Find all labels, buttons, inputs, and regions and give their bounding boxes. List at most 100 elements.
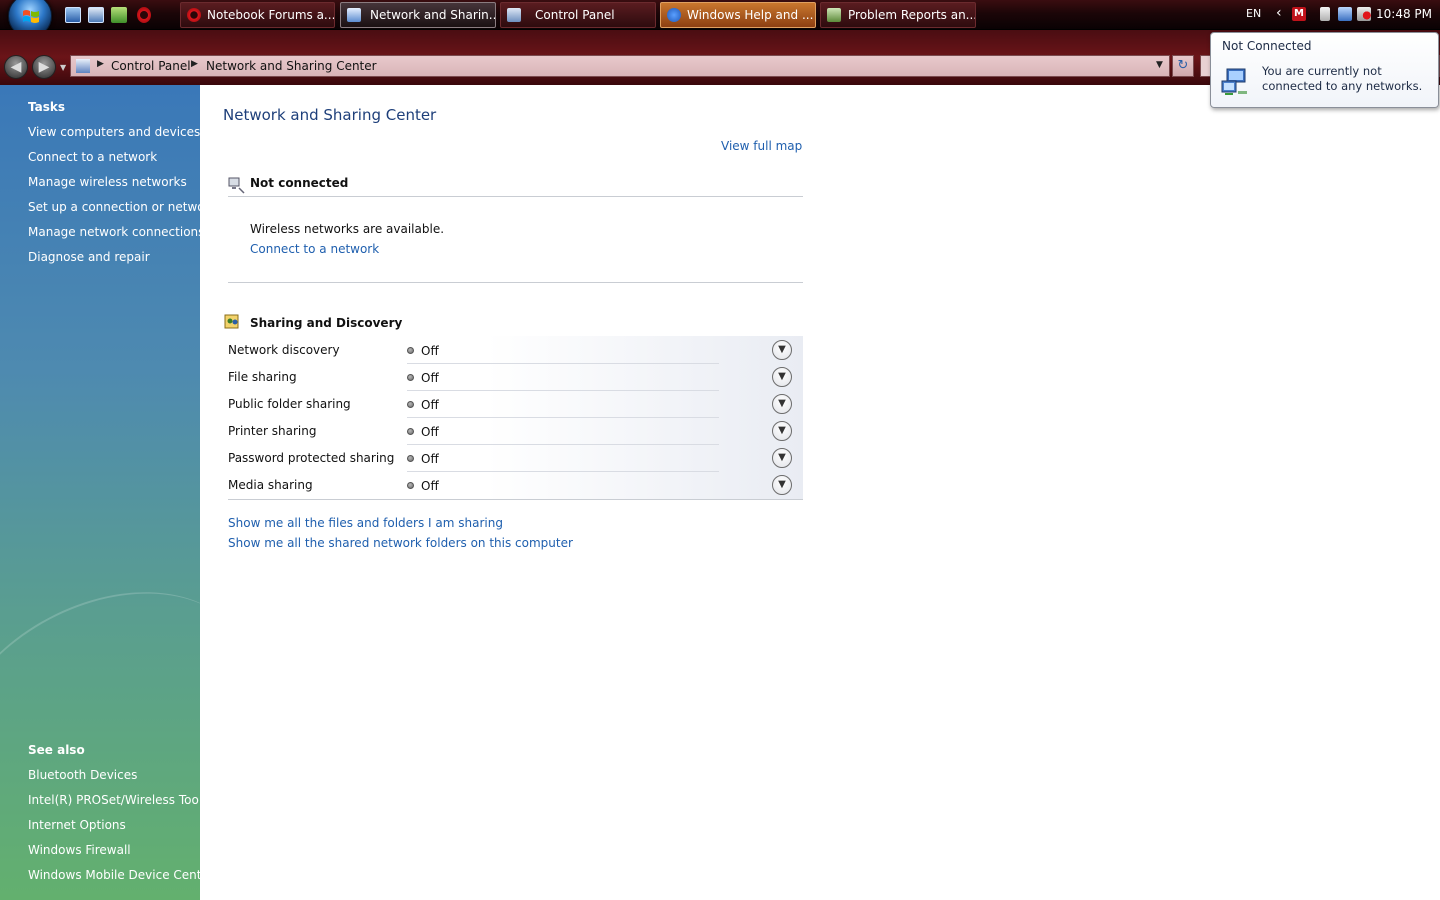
sharing-discovery-title: Sharing and Discovery <box>250 316 403 330</box>
task-manage-connections[interactable]: Manage network connections <box>28 225 200 239</box>
windows-logo-icon <box>23 10 39 23</box>
task-label: Control Panel <box>535 8 615 22</box>
sharing-row-value: Off <box>421 398 439 412</box>
task-diagnose-repair[interactable]: Diagnose and repair <box>28 250 150 264</box>
sharing-row-label: Public folder sharing <box>228 397 351 411</box>
task-network-sharing-center[interactable]: Network and Sharin... <box>340 2 496 28</box>
control-panel-icon <box>76 59 90 73</box>
sharing-row-network-discovery[interactable]: Network discovery Off ▼ <box>228 337 803 364</box>
breadcrumb-arrow-icon[interactable]: ▶ <box>97 59 104 69</box>
sharing-row-printer[interactable]: Printer sharing Off ▼ <box>228 418 803 445</box>
network-disconnected-icon <box>228 177 245 194</box>
chevron-down-icon: ▼ <box>778 425 786 436</box>
language-indicator[interactable]: EN <box>1246 7 1261 20</box>
see-also-intel-proset[interactable]: Intel(R) PROSet/Wireless Tools <box>28 793 200 807</box>
address-bar[interactable]: ▶ Control Panel ▶ Network and Sharing Ce… <box>70 55 1170 77</box>
sharing-row-value: Off <box>421 479 439 493</box>
chevron-down-icon: ▼ <box>778 398 786 409</box>
forward-button[interactable]: ▶ <box>32 55 56 79</box>
sharing-row-password-protected[interactable]: Password protected sharing Off ▼ <box>228 445 803 472</box>
sharing-row-value: Off <box>421 371 439 385</box>
power-icon[interactable] <box>1320 7 1330 21</box>
help-icon <box>667 8 681 22</box>
address-dropdown-icon[interactable]: ▼ <box>1156 60 1163 70</box>
expand-button[interactable]: ▼ <box>772 475 792 495</box>
task-connect-network[interactable]: Connect to a network <box>28 150 157 164</box>
expand-button[interactable]: ▼ <box>772 448 792 468</box>
tasks-heading: Tasks <box>28 100 66 114</box>
sharing-row-label: File sharing <box>228 370 297 384</box>
sharing-row-value: Off <box>421 344 439 358</box>
divider <box>228 282 803 283</box>
status-off-icon <box>407 347 414 354</box>
task-notebook-forums[interactable]: Notebook Forums a... <box>180 2 335 28</box>
see-also-bluetooth[interactable]: Bluetooth Devices <box>28 768 137 782</box>
wireless-available-text: Wireless networks are available. <box>250 222 445 236</box>
sharing-row-label: Password protected sharing <box>228 451 395 465</box>
status-off-icon <box>407 482 414 489</box>
refresh-icon: ↻ <box>1177 58 1189 73</box>
task-label: Problem Reports an... <box>848 8 976 22</box>
task-view-computers[interactable]: View computers and devices <box>28 125 200 139</box>
see-also-windows-firewall[interactable]: Windows Firewall <box>28 843 131 857</box>
task-label: Notebook Forums a... <box>207 8 335 22</box>
task-label: Windows Help and ... <box>687 8 814 22</box>
decorative-swoosh <box>0 542 200 888</box>
network-status-icon[interactable] <box>1338 7 1352 21</box>
chevron-down-icon: ▼ <box>778 371 786 382</box>
task-manage-wireless[interactable]: Manage wireless networks <box>28 175 187 189</box>
view-full-map-link[interactable]: View full map <box>721 139 802 153</box>
taskbar: Notebook Forums a... Network and Sharin.… <box>0 0 1440 38</box>
sharing-discovery-icon <box>224 314 239 329</box>
chevron-down-icon: ▼ <box>778 452 786 463</box>
sharing-settings-list: Network discovery Off ▼ File sharing Off… <box>228 336 803 500</box>
task-control-panel[interactable]: Control Panel <box>500 2 656 28</box>
show-shared-files-link[interactable]: Show me all the files and folders I am s… <box>228 516 503 530</box>
sharing-row-public-folder[interactable]: Public folder sharing Off ▼ <box>228 391 803 418</box>
expand-button[interactable]: ▼ <box>772 394 792 414</box>
show-shared-folders-link[interactable]: Show me all the shared network folders o… <box>228 536 573 550</box>
back-arrow-icon: ◀ <box>10 59 22 75</box>
sharing-row-media[interactable]: Media sharing Off ▼ <box>228 472 803 499</box>
problem-reports-icon <box>827 8 841 22</box>
mcafee-icon[interactable]: M <box>1292 7 1306 21</box>
task-label: Network and Sharin... <box>370 8 496 22</box>
sharing-row-value: Off <box>421 452 439 466</box>
status-off-icon <box>407 374 414 381</box>
balloon-message: You are currently not connected to any n… <box>1262 64 1423 93</box>
balloon-title: Not Connected <box>1222 39 1312 53</box>
volume-muted-icon[interactable] <box>1357 7 1371 21</box>
clock[interactable]: 10:48 PM <box>1376 7 1432 21</box>
task-setup-connection[interactable]: Set up a connection or network <box>28 200 200 214</box>
expand-button[interactable]: ▼ <box>772 367 792 387</box>
sharing-row-file-sharing[interactable]: File sharing Off ▼ <box>228 364 803 391</box>
expand-button[interactable]: ▼ <box>772 421 792 441</box>
connect-to-network-link[interactable]: Connect to a network <box>250 242 379 256</box>
see-also-mobile-device-center[interactable]: Windows Mobile Device Center <box>28 868 200 882</box>
sharing-row-label: Printer sharing <box>228 424 317 438</box>
notification-balloon[interactable]: Not Connected You are currently not conn… <box>1210 32 1439 108</box>
breadcrumb-arrow-icon[interactable]: ▶ <box>191 59 198 69</box>
breadcrumb-network-sharing-center[interactable]: Network and Sharing Center <box>206 59 377 73</box>
sharing-row-label: Network discovery <box>228 343 340 357</box>
quick-launch-app-icon[interactable] <box>111 7 127 23</box>
see-also-internet-options[interactable]: Internet Options <box>28 818 126 832</box>
back-button[interactable]: ◀ <box>4 55 28 79</box>
chevron-down-icon: ▼ <box>778 479 786 490</box>
switch-windows-icon[interactable] <box>88 7 104 23</box>
chevron-down-icon: ▼ <box>778 344 786 355</box>
status-off-icon <box>407 428 414 435</box>
expand-button[interactable]: ▼ <box>772 340 792 360</box>
opera-quicklaunch-icon[interactable] <box>137 7 151 23</box>
show-hidden-icons-icon[interactable]: ‹ <box>1276 5 1282 21</box>
task-pane: Tasks View computers and devices Connect… <box>0 85 200 900</box>
show-desktop-icon[interactable] <box>65 7 81 23</box>
connection-status-title: Not connected <box>250 176 349 190</box>
task-problem-reports[interactable]: Problem Reports an... <box>820 2 976 28</box>
task-windows-help[interactable]: Windows Help and ... <box>660 2 816 28</box>
refresh-button[interactable]: ↻ <box>1172 55 1194 77</box>
recent-pages-dropdown-icon[interactable]: ▼ <box>60 63 66 72</box>
breadcrumb-control-panel[interactable]: Control Panel <box>111 59 191 73</box>
forward-arrow-icon: ▶ <box>38 59 50 75</box>
divider <box>228 196 803 197</box>
